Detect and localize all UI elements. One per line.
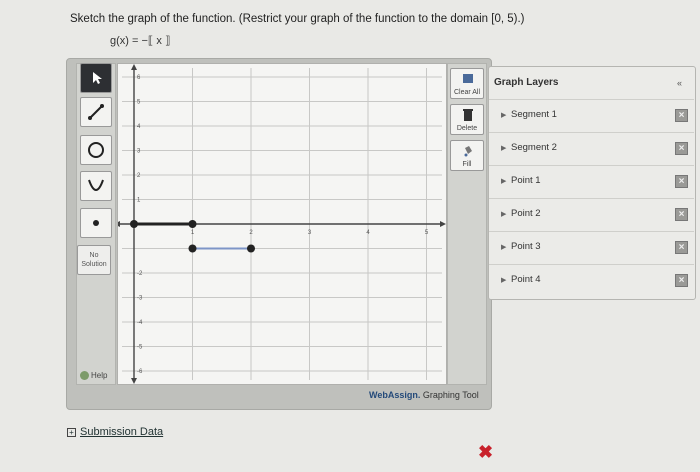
graph-point — [130, 220, 138, 228]
pointer-tool-button[interactable] — [80, 63, 112, 93]
delete-layer-icon[interactable]: × — [675, 241, 688, 254]
y-tick-label: -3 — [137, 296, 143, 302]
graph-point — [188, 244, 197, 253]
layer-row-point-3[interactable]: ▶ Point 3 × — [489, 231, 694, 264]
y-tick-label: 6 — [137, 75, 141, 81]
circle-icon — [88, 142, 104, 158]
delete-label: Delete — [456, 125, 478, 132]
coordinate-plane[interactable]: 1 2 3 4 5 6 5 4 3 2 1 -2 -3 -4 -5 -6 — [114, 64, 446, 384]
submission-data-label: Submission Data — [80, 426, 164, 438]
dot-icon — [93, 220, 99, 226]
webassign-brand: WebAssign. Graphing Tool — [369, 390, 479, 400]
brand-name: WebAssign. — [369, 390, 421, 400]
layer-name: Point 2 — [511, 208, 541, 219]
fill-button[interactable]: Fill — [450, 140, 484, 171]
y-axis-arrow — [131, 378, 137, 384]
x-axis-arrow — [114, 221, 120, 227]
y-axis-arrow — [131, 64, 137, 70]
x-tick-label: 3 — [308, 230, 312, 236]
red-x-icon: ✖ — [478, 442, 494, 462]
brand-suffix: Graphing Tool — [420, 390, 479, 400]
x-tick-label: 4 — [366, 230, 370, 236]
submission-data-toggle[interactable]: + Submission Data — [67, 426, 163, 438]
help-icon — [80, 371, 89, 380]
expand-triangle-icon[interactable]: ▶ — [501, 243, 506, 251]
expand-triangle-icon[interactable]: ▶ — [501, 111, 506, 119]
no-solution-button[interactable]: No Solution — [77, 245, 111, 275]
graph-layers-title: Graph Layers — [494, 77, 559, 88]
layer-name: Point 4 — [511, 274, 541, 285]
y-tick-label: 5 — [137, 100, 141, 106]
delete-button[interactable]: Delete — [450, 104, 484, 135]
clear-all-button[interactable]: Clear All — [450, 68, 484, 99]
delete-layer-icon[interactable]: × — [675, 109, 688, 122]
layer-row-segment-2[interactable]: ▶ Segment 2 × — [489, 132, 694, 165]
question-prompt: Sketch the graph of the function. (Restr… — [70, 13, 525, 25]
expand-triangle-icon[interactable]: ▶ — [501, 210, 506, 218]
expand-plus-icon: + — [67, 427, 76, 437]
layer-name: Segment 2 — [511, 142, 557, 153]
graph-point — [188, 220, 197, 228]
y-tick-label: -6 — [137, 369, 143, 375]
fill-icon — [464, 146, 472, 157]
layer-row-segment-1[interactable]: ▶ Segment 1 × — [489, 99, 694, 132]
expand-triangle-icon[interactable]: ▶ — [501, 177, 506, 185]
y-tick-label: -2 — [137, 271, 143, 277]
layer-row-point-4[interactable]: ▶ Point 4 × — [489, 264, 694, 297]
x-tick-label: 2 — [249, 230, 253, 236]
x-tick-label: 5 — [425, 230, 429, 236]
y-tick-label: -5 — [137, 345, 143, 351]
layer-name: Segment 1 — [511, 109, 557, 120]
clear-all-label: Clear All — [453, 89, 481, 96]
graph-point — [247, 244, 255, 253]
expand-triangle-icon[interactable]: ▶ — [501, 276, 506, 284]
expand-triangle-icon[interactable]: ▶ — [501, 144, 506, 152]
delete-layer-icon[interactable]: × — [675, 208, 688, 221]
parabola-icon — [88, 179, 104, 191]
y-tick-label: 4 — [137, 124, 141, 130]
y-tick-label: 2 — [137, 173, 141, 179]
layer-row-point-1[interactable]: ▶ Point 1 × — [489, 165, 694, 198]
delete-layer-icon[interactable]: × — [675, 175, 688, 188]
graph-canvas[interactable]: 1 2 3 4 5 6 5 4 3 2 1 -2 -3 -4 -5 -6 — [114, 63, 447, 385]
layer-row-point-2[interactable]: ▶ Point 2 × — [489, 198, 694, 231]
x-tick-label: 1 — [191, 230, 195, 236]
y-tick-label: -4 — [137, 320, 143, 326]
delete-layer-icon[interactable]: × — [675, 274, 688, 287]
fill-label: Fill — [462, 161, 472, 168]
circle-tool-button[interactable] — [80, 135, 112, 165]
segment-icon — [88, 104, 104, 120]
y-tick-label: 3 — [137, 149, 141, 155]
function-formula: g(x) = −⟦ x ⟧ — [110, 35, 171, 47]
help-link[interactable]: Help — [80, 371, 107, 380]
layer-name: Point 1 — [511, 175, 541, 186]
layer-name: Point 3 — [511, 241, 541, 252]
trash-icon — [463, 109, 473, 121]
y-tick-label: 1 — [137, 198, 141, 204]
x-axis-arrow — [440, 221, 446, 227]
clear-icon — [463, 74, 473, 83]
delete-layer-icon[interactable]: × — [675, 142, 688, 155]
collapse-layers-icon[interactable]: « — [677, 78, 682, 88]
line-segment-tool-button[interactable] — [80, 97, 112, 127]
parabola-tool-button[interactable] — [80, 171, 112, 201]
arrow-icon — [93, 72, 102, 84]
point-tool-button[interactable] — [80, 208, 112, 238]
help-label: Help — [91, 371, 108, 380]
